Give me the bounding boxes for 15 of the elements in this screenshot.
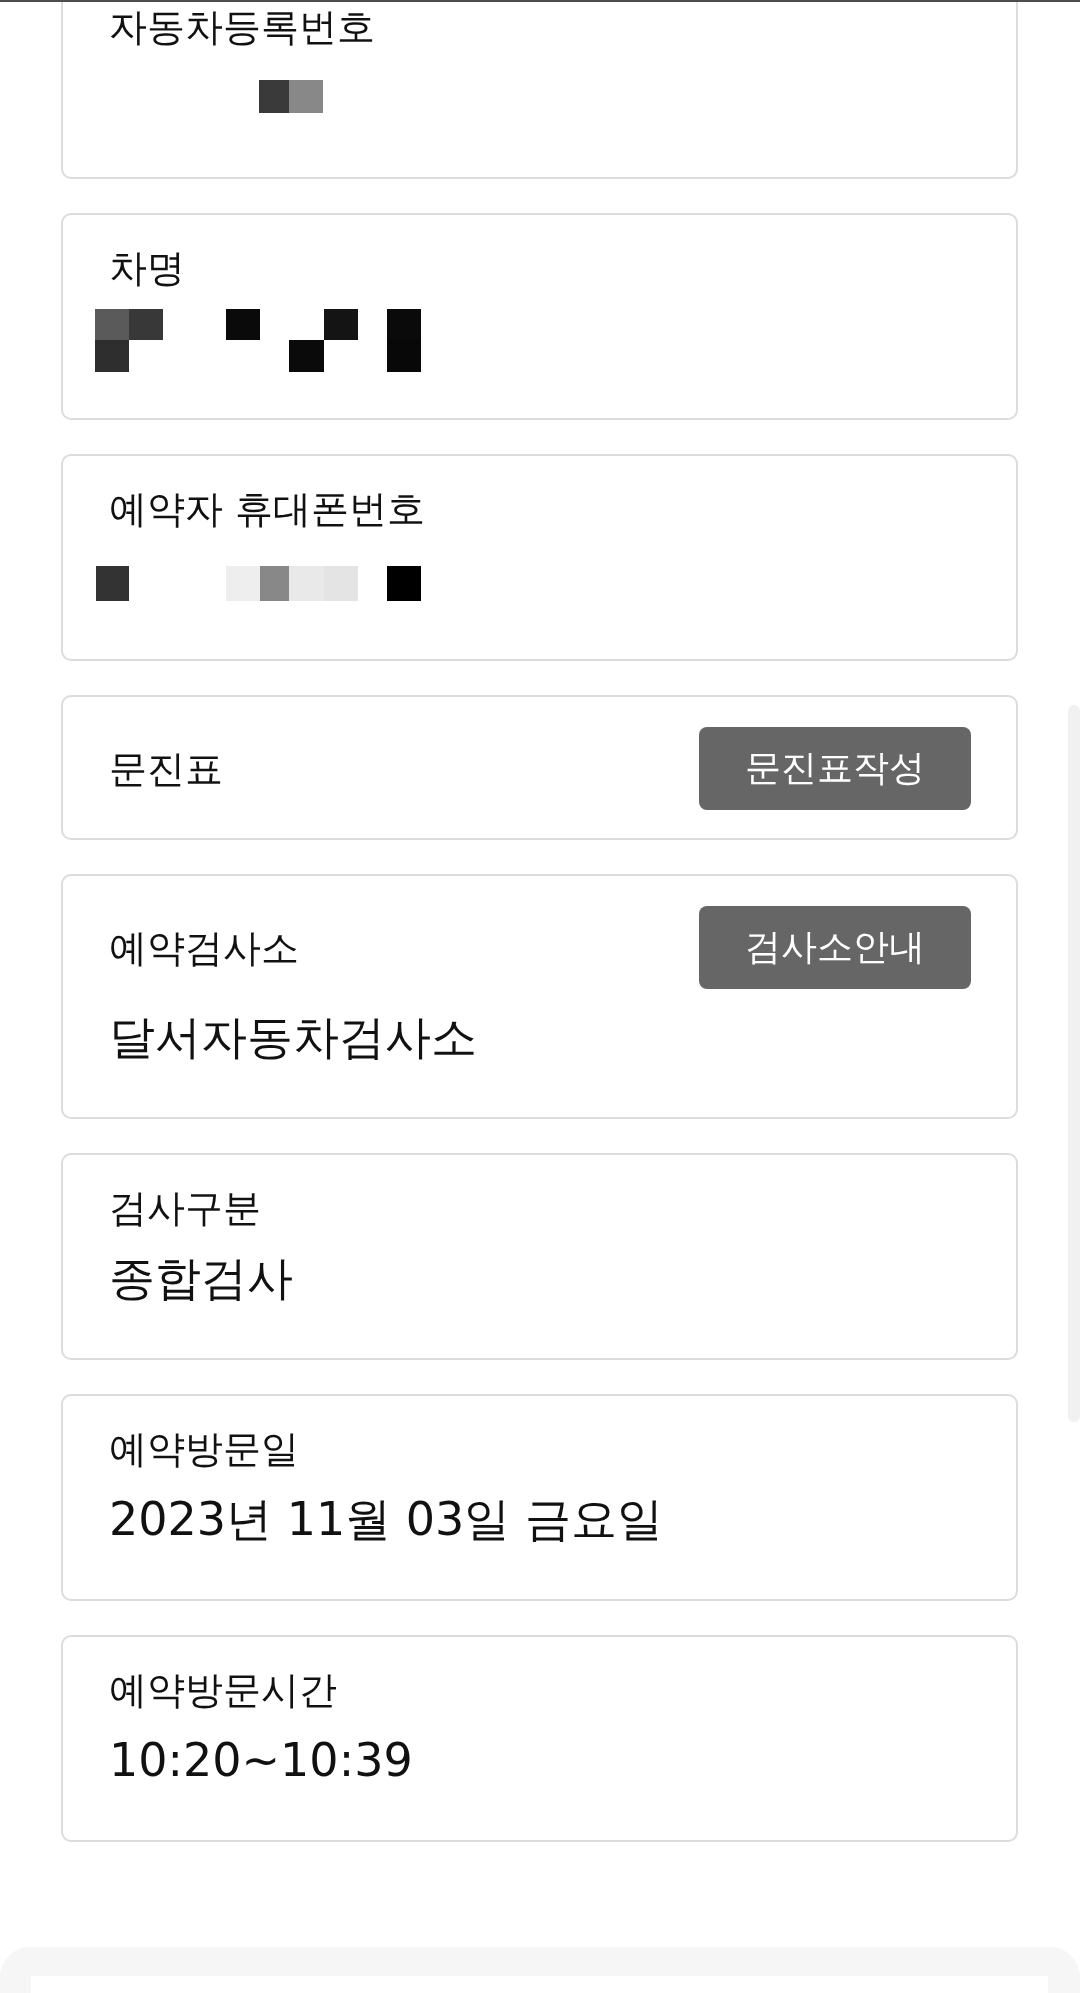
field-label: 검사구분 bbox=[109, 1185, 261, 1232]
field-label: 문진표 bbox=[109, 745, 223, 793]
field-value: 10:20~10:39 bbox=[109, 1732, 414, 1788]
field-label: 예약자 휴대폰번호 bbox=[109, 486, 426, 533]
field-label: 예약검사소 bbox=[109, 924, 299, 972]
field-label: 예약방문일 bbox=[109, 1426, 299, 1473]
field-label: 자동차등록번호 bbox=[109, 4, 375, 51]
field-value: 종합검사 bbox=[109, 1250, 294, 1306]
action-button[interactable]: 문진표작성 bbox=[699, 727, 971, 810]
field-value: 달서자동차검사소 bbox=[109, 1009, 478, 1065]
mosaic-drawing bbox=[259, 80, 323, 113]
action-button[interactable]: 검사소안내 bbox=[699, 906, 971, 989]
field-value: 2023년 11월 03일 금요일 bbox=[109, 1491, 664, 1547]
field-label: 차명 bbox=[109, 245, 185, 292]
field-label: 예약방문시간 bbox=[109, 1667, 337, 1714]
